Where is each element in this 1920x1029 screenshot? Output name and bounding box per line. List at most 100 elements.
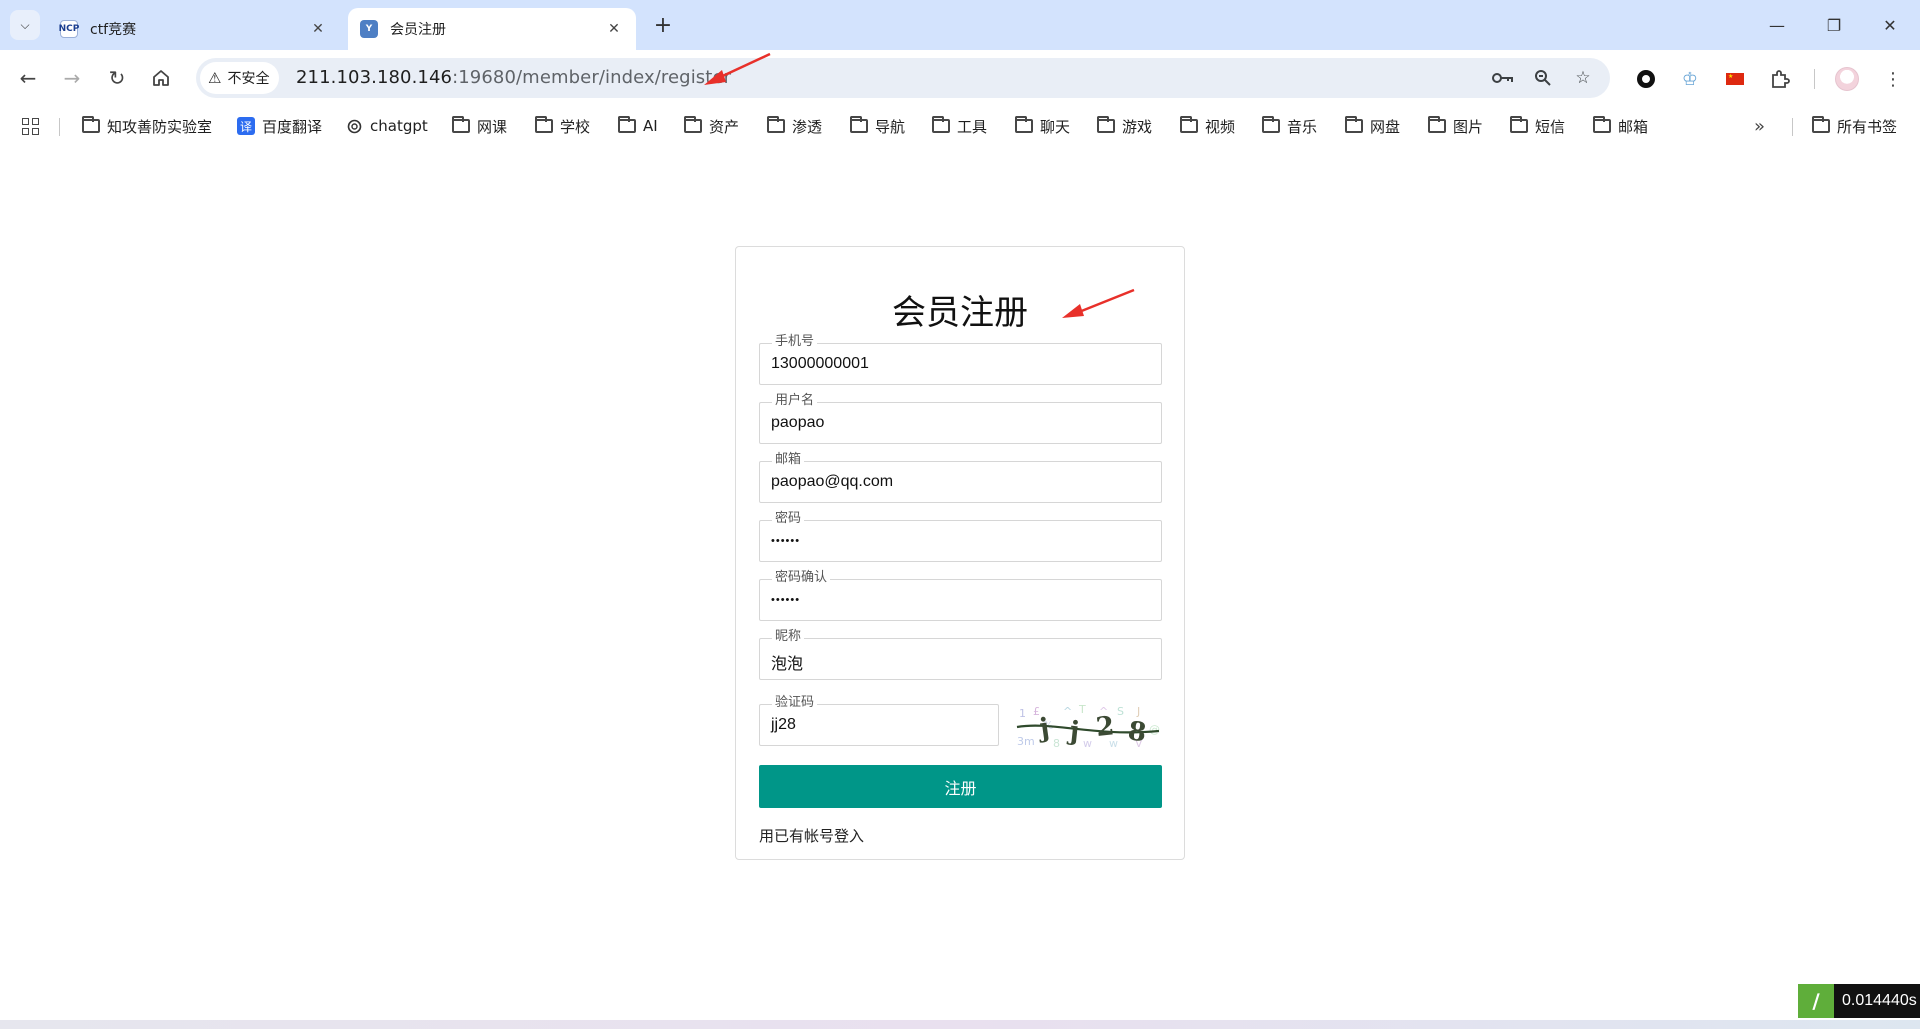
timer-logo-icon: ∕ bbox=[1798, 984, 1834, 1018]
nickname-field[interactable]: 昵称 泡泡 bbox=[759, 630, 1162, 680]
close-window-button[interactable]: ✕ bbox=[1862, 0, 1918, 50]
profile-avatar[interactable] bbox=[1832, 64, 1862, 94]
restore-button[interactable]: ❐ bbox=[1806, 0, 1862, 50]
close-tab-icon[interactable]: ✕ bbox=[308, 19, 328, 39]
warning-icon: ⚠ bbox=[208, 69, 222, 87]
folder-icon bbox=[1015, 116, 1033, 133]
tab-search-button[interactable]: ⌵ bbox=[10, 10, 40, 40]
bookmark-item[interactable]: 学校 bbox=[535, 114, 590, 138]
password-confirm-field[interactable]: 密码确认 •••••• bbox=[759, 571, 1162, 621]
folder-icon bbox=[1180, 116, 1198, 133]
email-field[interactable]: 邮箱 paopao@qq.com bbox=[759, 453, 1162, 503]
bookmarks-separator bbox=[59, 118, 60, 136]
folder-icon bbox=[1812, 116, 1830, 133]
login-existing-account-link[interactable]: 用已有帐号登入 bbox=[759, 825, 864, 846]
bookmark-item[interactable]: 译 百度翻译 bbox=[237, 114, 322, 138]
apps-grid-icon bbox=[22, 117, 39, 135]
taskbar-edge bbox=[0, 1020, 1920, 1029]
folder-icon bbox=[452, 116, 470, 133]
extension-figure-icon[interactable]: ♔ bbox=[1675, 64, 1705, 94]
all-bookmarks-button[interactable]: 所有书签 bbox=[1812, 114, 1897, 138]
url-text[interactable]: 211.103.180.146:19680/member/index/regis… bbox=[296, 67, 731, 88]
bookmark-item[interactable]: 导航 bbox=[850, 114, 905, 138]
field-label: 验证码 bbox=[772, 696, 818, 710]
svg-text:@: @ bbox=[1149, 723, 1160, 736]
folder-icon bbox=[1345, 116, 1363, 133]
bookmark-item[interactable]: 网课 bbox=[452, 114, 507, 138]
toolbar-separator bbox=[1814, 69, 1815, 89]
bookmark-item[interactable]: 工具 bbox=[932, 114, 987, 138]
password-input[interactable]: •••••• bbox=[771, 535, 1151, 547]
password-confirm-input[interactable]: •••••• bbox=[771, 594, 1151, 606]
username-field[interactable]: 用户名 paopao bbox=[759, 394, 1162, 444]
folder-icon bbox=[850, 116, 868, 133]
extension-flag-icon[interactable]: ★ bbox=[1720, 64, 1750, 94]
folder-icon bbox=[1428, 116, 1446, 133]
bookmark-label: 导航 bbox=[875, 117, 906, 136]
phone-field[interactable]: 手机号 13000000001 bbox=[759, 335, 1162, 385]
bookmarks-overflow-button[interactable]: » bbox=[1754, 114, 1765, 138]
bookmark-item[interactable]: 视频 bbox=[1180, 114, 1235, 138]
apps-button[interactable] bbox=[22, 114, 39, 138]
new-tab-button[interactable]: + bbox=[648, 10, 678, 40]
field-label: 密码确认 bbox=[772, 571, 831, 585]
username-input[interactable]: paopao bbox=[771, 414, 1151, 432]
bookmark-item[interactable]: 渗透 bbox=[767, 114, 822, 138]
folder-icon bbox=[82, 116, 100, 133]
bookmark-item[interactable]: chatgpt bbox=[346, 114, 428, 138]
zoom-icon[interactable] bbox=[1530, 65, 1556, 91]
menu-kebab-icon[interactable]: ⋮ bbox=[1878, 64, 1908, 94]
close-tab-icon[interactable]: ✕ bbox=[604, 19, 624, 39]
bookmark-item[interactable]: 网盘 bbox=[1345, 114, 1400, 138]
bookmark-label: 音乐 bbox=[1287, 117, 1318, 136]
close-icon: ✕ bbox=[1883, 15, 1897, 35]
bookmark-label: 网盘 bbox=[1370, 117, 1401, 136]
bookmark-item[interactable]: 邮箱 bbox=[1593, 114, 1648, 138]
bookmark-item[interactable]: 图片 bbox=[1428, 114, 1483, 138]
bookmark-item[interactable]: 资产 bbox=[684, 114, 739, 138]
fanyi-icon: 译 bbox=[237, 117, 255, 135]
password-key-icon[interactable] bbox=[1490, 65, 1516, 91]
bookmark-label: 聊天 bbox=[1040, 117, 1071, 136]
folder-icon bbox=[1262, 116, 1280, 133]
bookmark-item[interactable]: 游戏 bbox=[1097, 114, 1152, 138]
tab-ctf[interactable]: NCP ctf竞赛 ✕ bbox=[48, 8, 340, 50]
bookmark-item[interactable]: 短信 bbox=[1510, 114, 1565, 138]
bookmark-item[interactable]: 知攻善防实验室 bbox=[82, 114, 212, 138]
extensions-puzzle-icon[interactable] bbox=[1765, 64, 1795, 94]
address-bar[interactable]: ⚠ 不安全 211.103.180.146:19680/member/index… bbox=[196, 58, 1610, 98]
bookmark-label: 学校 bbox=[560, 117, 591, 136]
folder-icon bbox=[618, 116, 636, 133]
phone-input[interactable]: 13000000001 bbox=[771, 355, 1151, 373]
svg-text:w: w bbox=[1083, 737, 1092, 749]
back-button[interactable]: ← bbox=[10, 60, 46, 96]
minimize-button[interactable]: — bbox=[1749, 0, 1805, 50]
bookmark-label: chatgpt bbox=[370, 117, 428, 135]
bookmark-item[interactable]: 聊天 bbox=[1015, 114, 1070, 138]
bookmark-star-icon[interactable]: ☆ bbox=[1570, 65, 1596, 91]
nickname-input[interactable]: 泡泡 bbox=[771, 650, 1151, 674]
tab-register[interactable]: Y 会员注册 ✕ bbox=[348, 8, 636, 50]
folder-icon bbox=[1593, 116, 1611, 133]
home-button[interactable] bbox=[143, 60, 179, 96]
email-input[interactable]: paopao@qq.com bbox=[771, 473, 1151, 491]
svg-text:2: 2 bbox=[1095, 711, 1116, 743]
captcha-image[interactable]: 1 £ ^ T ^ S J 3m 8w wV @% j j 2 8 bbox=[1013, 703, 1163, 749]
bookmark-item[interactable]: AI bbox=[618, 114, 658, 138]
site-info-chip[interactable]: ⚠ 不安全 bbox=[200, 62, 280, 94]
forward-button[interactable]: → bbox=[54, 60, 90, 96]
bookmark-label: 知攻善防实验室 bbox=[107, 117, 213, 136]
svg-text:8: 8 bbox=[1053, 737, 1060, 749]
reload-button[interactable]: ↻ bbox=[99, 60, 135, 96]
register-submit-button[interactable]: 注册 bbox=[759, 765, 1162, 808]
tab-title: ctf竞赛 bbox=[90, 22, 137, 38]
bookmarks-bar: 知攻善防实验室 译 百度翻译 chatgpt 网课 学校 AI 资产 渗透 导航… bbox=[0, 108, 1920, 144]
bookmark-item[interactable]: 音乐 bbox=[1262, 114, 1317, 138]
url-path: :19680/member/index/register bbox=[452, 67, 732, 88]
restore-icon: ❐ bbox=[1826, 15, 1842, 35]
password-field[interactable]: 密码 •••••• bbox=[759, 512, 1162, 562]
captcha-field[interactable]: 验证码 jj28 bbox=[759, 696, 999, 746]
extension-circle-icon[interactable] bbox=[1631, 64, 1661, 94]
bookmark-label: 资产 bbox=[709, 117, 740, 136]
arrow-right-icon: → bbox=[63, 66, 81, 90]
